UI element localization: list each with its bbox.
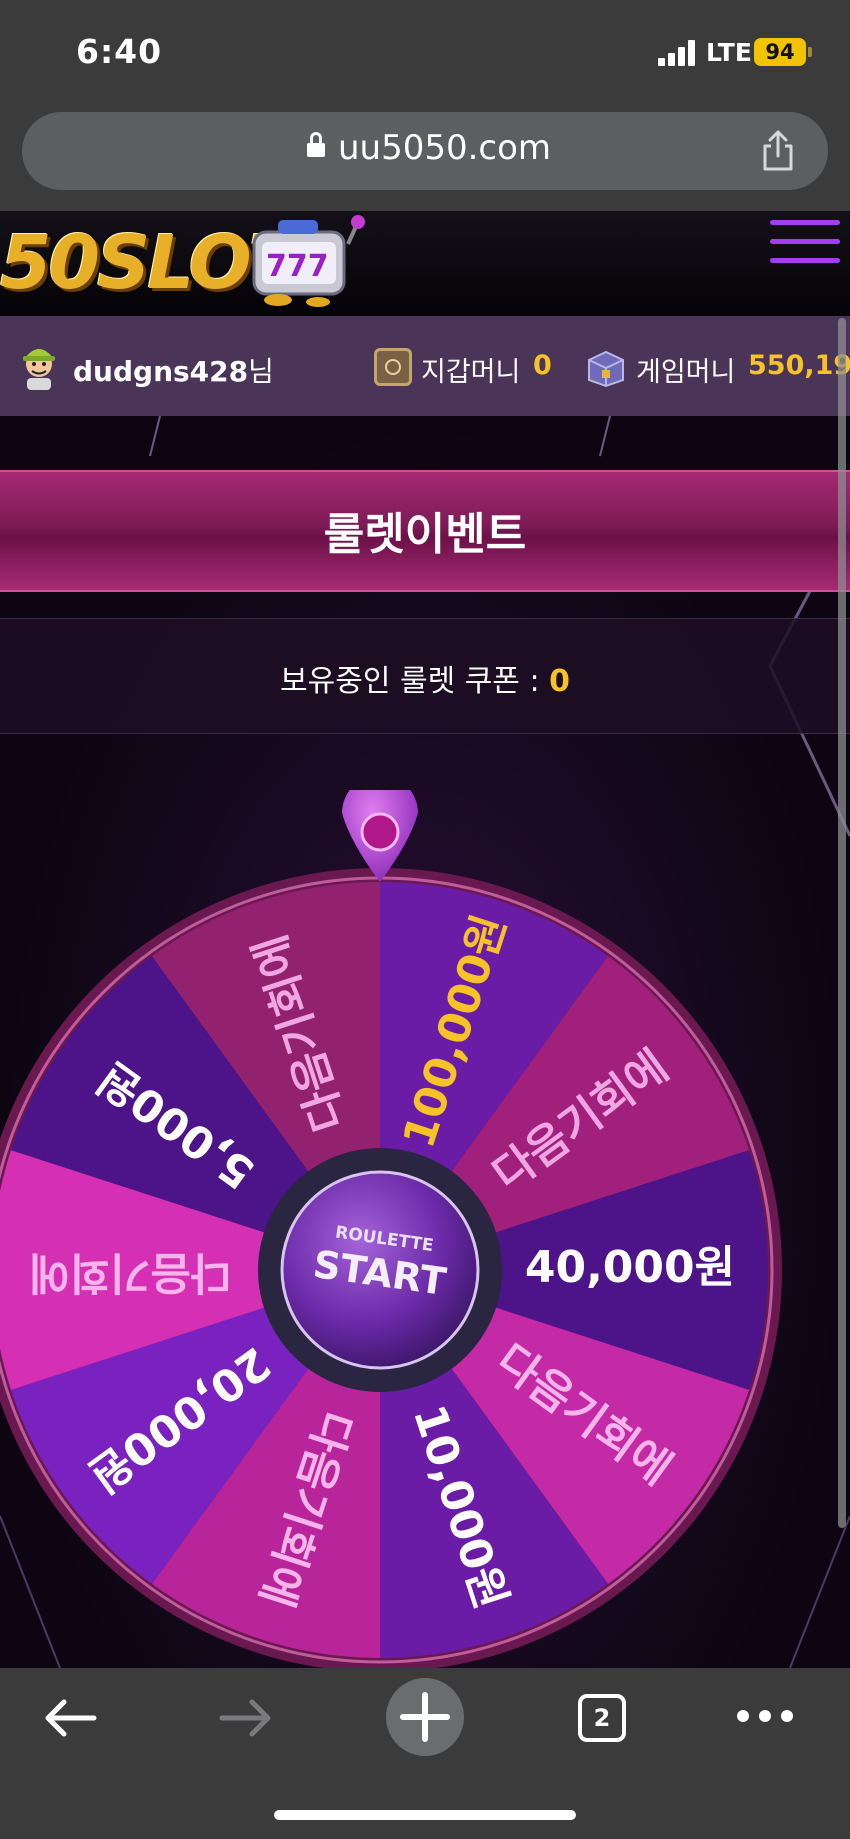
menu-icon[interactable]	[770, 220, 840, 264]
new-tab-plus-icon[interactable]	[385, 1677, 465, 1757]
network-type: LTE	[706, 38, 752, 67]
coupon-label: 보유중인 룰렛 쿠폰 :	[280, 664, 540, 699]
status-time: 6:40	[76, 32, 163, 71]
username: dudgns428님	[73, 350, 274, 390]
more-options-icon[interactable]	[734, 1704, 796, 1728]
game-money-label: 게임머니	[636, 357, 736, 388]
pointer-pin-center	[360, 812, 400, 852]
svg-text:777: 777	[266, 249, 329, 284]
lock-icon	[307, 132, 325, 157]
share-icon[interactable]	[760, 128, 796, 172]
url-text[interactable]: uu5050.com	[338, 128, 551, 168]
wallet-label: 지갑머니	[421, 357, 521, 388]
avatar	[23, 349, 55, 390]
page-title: 룰렛이벤트	[323, 509, 527, 560]
slot-machine-icon: 777	[252, 215, 365, 307]
treasure-chest-icon	[588, 350, 624, 388]
username-suffix: 님	[248, 355, 274, 388]
tab-count-button[interactable]: 2	[578, 1694, 626, 1742]
back-arrow-icon[interactable]	[40, 1694, 100, 1742]
coupon-count: 0	[549, 664, 570, 699]
battery-tip	[808, 47, 812, 57]
home-indicator	[274, 1810, 576, 1820]
roulette-wheel[interactable]: 100,000원다음기회에40,000원다음기회에10,000원다음기회에20,…	[0, 790, 850, 1670]
safe-icon	[374, 348, 412, 386]
username-text: dudgns428	[73, 355, 249, 388]
battery-icon: 94	[754, 38, 806, 66]
wheel-segment-label: 다음기회에	[29, 1247, 231, 1298]
game-money-value: 550,195	[748, 350, 850, 381]
wheel-segment-label: 40,000원	[525, 1242, 735, 1293]
wallet-value: 0	[533, 350, 552, 381]
forward-arrow-icon[interactable]	[216, 1694, 276, 1742]
scrollbar[interactable]	[838, 318, 846, 1528]
coupon-info: 보유중인 룰렛 쿠폰 : 0	[0, 656, 850, 700]
signal-icon	[658, 40, 698, 66]
